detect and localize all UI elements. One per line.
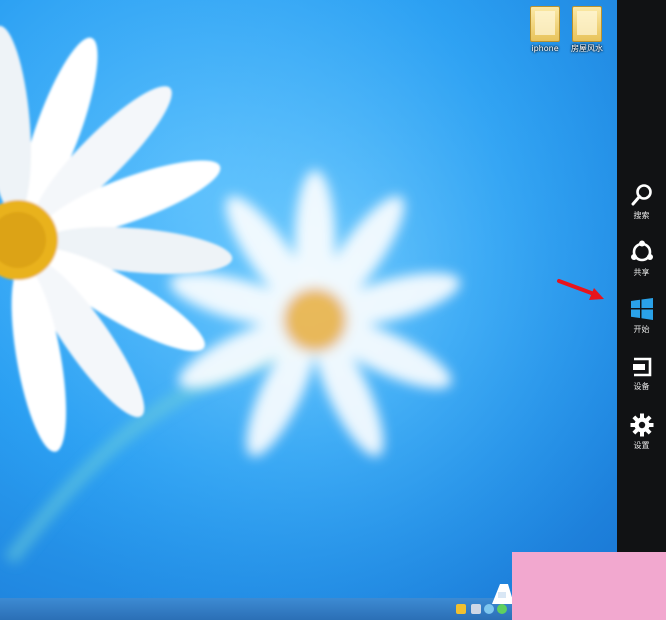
charm-label: 设置 xyxy=(633,441,650,450)
folder-icon xyxy=(572,6,602,42)
charm-label: 搜索 xyxy=(633,211,650,220)
desktop-icon-label: iphone xyxy=(531,44,559,53)
charm-settings[interactable]: 设置 xyxy=(617,413,666,451)
charm-label: 设备 xyxy=(633,382,650,391)
gear-icon xyxy=(630,413,653,437)
charm-label: 共享 xyxy=(633,268,650,277)
folder-icon xyxy=(530,6,560,42)
desktop-screen: iphone 房屋风水 搜索 共享 开始 设备 设置 xyxy=(0,0,666,620)
charm-label: 开始 xyxy=(633,325,650,334)
desktop-icon-label: 房屋风水 xyxy=(571,44,603,53)
desktop-icon-fengshui[interactable]: 房屋风水 xyxy=(568,6,606,53)
windows-start-icon xyxy=(630,298,653,320)
share-icon xyxy=(630,240,653,262)
annotation-arrow-icon xyxy=(557,279,604,300)
wallpaper-image xyxy=(0,0,620,620)
shield-icon[interactable] xyxy=(456,604,466,614)
devices-icon xyxy=(632,357,651,377)
network-icon[interactable] xyxy=(471,604,481,614)
charm-devices[interactable]: 设备 xyxy=(617,356,666,392)
search-icon xyxy=(631,184,652,206)
desktop-icon-iphone[interactable]: iphone xyxy=(526,6,564,53)
charm-search[interactable]: 搜索 xyxy=(617,183,666,221)
watermark-box xyxy=(512,552,666,620)
charm-start[interactable]: 开始 xyxy=(617,297,666,335)
charms-bar: 搜索 共享 开始 设备 设置 xyxy=(617,0,666,552)
charm-share[interactable]: 共享 xyxy=(617,240,666,278)
